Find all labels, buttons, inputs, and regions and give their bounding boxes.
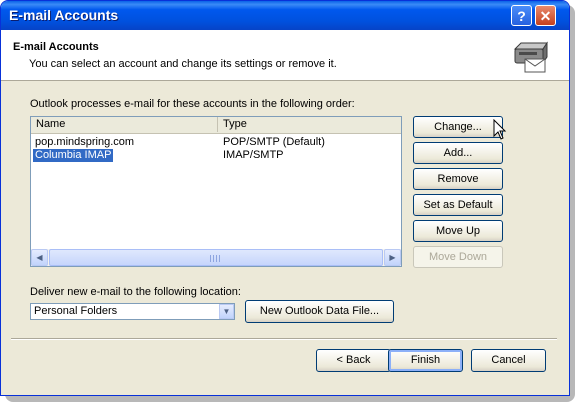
email-accounts-icon	[513, 41, 548, 73]
move-down-button[interactable]: Move Down	[413, 246, 503, 268]
accounts-intro-label: Outlook processes e-mail for these accou…	[30, 98, 355, 110]
close-icon[interactable]: ✕	[535, 5, 556, 26]
delivery-location-select[interactable]: Personal Folders ▼	[30, 303, 235, 320]
move-up-button[interactable]: Move Up	[413, 220, 503, 242]
footer-separator	[11, 338, 557, 340]
account-name: pop.mindspring.com	[35, 136, 135, 148]
account-name: Columbia IMAP	[33, 149, 114, 162]
account-type: POP/SMTP (Default)	[223, 136, 325, 148]
scrollbar-grip-icon	[210, 255, 222, 262]
header-subtitle: You can select an account and change its…	[29, 58, 337, 70]
set-as-default-button[interactable]: Set as Default	[413, 194, 503, 216]
horizontal-scrollbar[interactable]: ◀ ▶	[31, 249, 401, 266]
back-button[interactable]: < Back	[316, 349, 391, 372]
add-button[interactable]: Add...	[413, 142, 503, 164]
scroll-right-arrow-icon[interactable]: ▶	[384, 249, 401, 266]
account-row[interactable]: pop.mindspring.com POP/SMTP (Default)	[31, 136, 401, 149]
delivery-location-label: Deliver new e-mail to the following loca…	[30, 286, 241, 298]
dialog-header: E-mail Accounts You can select an accoun…	[1, 30, 569, 81]
chevron-down-icon[interactable]: ▼	[219, 304, 234, 319]
new-outlook-data-file-button[interactable]: New Outlook Data File...	[245, 300, 394, 323]
list-header: Name Type	[31, 117, 401, 134]
finish-button[interactable]: Finish	[388, 349, 463, 372]
column-header-type[interactable]: Type	[218, 117, 401, 132]
account-type: IMAP/SMTP	[223, 149, 284, 161]
cancel-button[interactable]: Cancel	[471, 349, 546, 372]
title-bar[interactable]: E-mail Accounts ? ✕	[1, 1, 569, 30]
window-title: E-mail Accounts	[9, 7, 119, 23]
scroll-left-arrow-icon[interactable]: ◀	[31, 249, 48, 266]
scrollbar-thumb[interactable]	[49, 249, 383, 266]
delivery-location-value: Personal Folders	[34, 305, 118, 317]
accounts-list[interactable]: Name Type pop.mindspring.com POP/SMTP (D…	[30, 116, 402, 267]
help-icon[interactable]: ?	[511, 5, 532, 26]
change-button[interactable]: Change...	[413, 116, 503, 138]
email-accounts-dialog: E-mail Accounts ? ✕ E-mail Accounts You …	[0, 0, 570, 396]
mouse-pointer-icon	[493, 119, 507, 140]
column-header-name[interactable]: Name	[31, 117, 218, 132]
account-row-selected[interactable]: Columbia IMAP IMAP/SMTP	[31, 149, 401, 162]
remove-button[interactable]: Remove	[413, 168, 503, 190]
header-title: E-mail Accounts	[13, 41, 99, 53]
